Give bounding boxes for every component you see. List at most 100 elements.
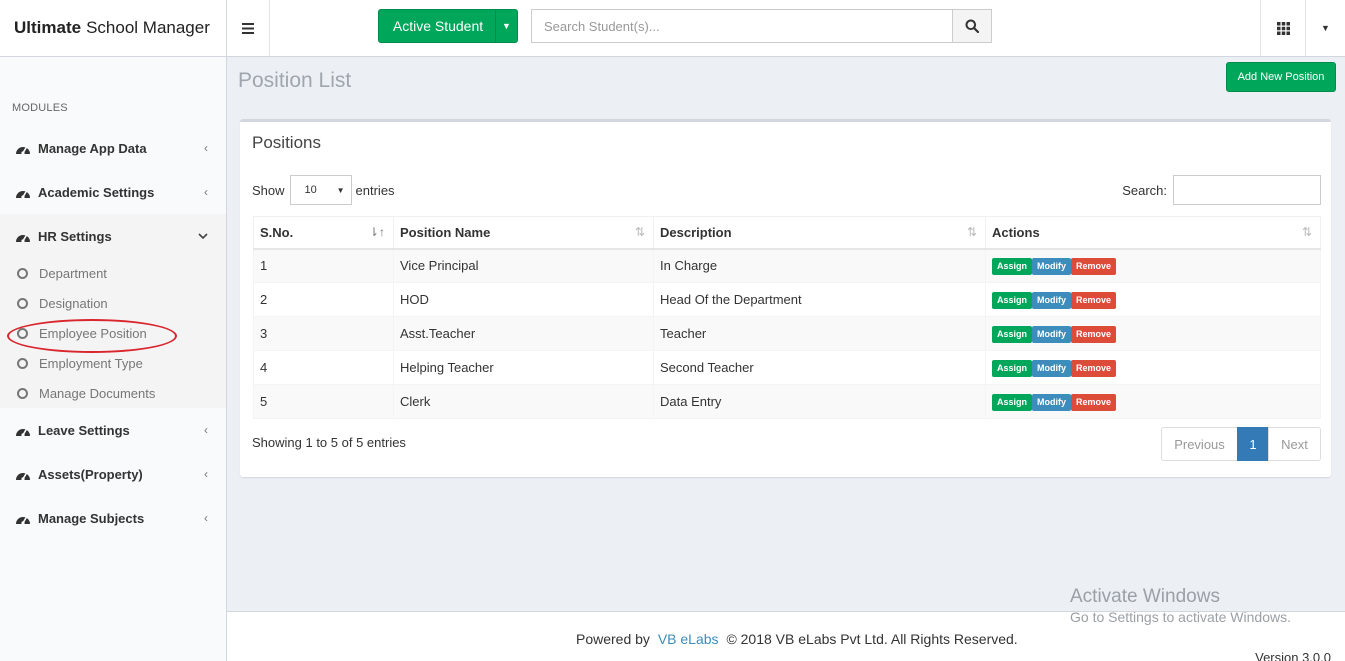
add-new-position-button[interactable]: Add New Position xyxy=(1226,62,1336,92)
remove-button[interactable]: Remove xyxy=(1071,257,1117,275)
sidebar: MODULES Manage App Data ‹ Academic Setti… xyxy=(0,57,227,661)
sidebar-item-label: Manage App Data xyxy=(38,140,147,156)
column-header-actions[interactable]: Actions ⇅ xyxy=(985,216,1321,250)
modify-button[interactable]: Modify xyxy=(1032,257,1072,275)
remove-button[interactable]: Remove xyxy=(1071,359,1117,377)
column-label: S.No. xyxy=(260,224,294,240)
dashboard-icon xyxy=(15,228,31,244)
sidebar-subitem-department[interactable]: Department xyxy=(0,258,226,288)
hr-settings-submenu: Department Designation Employee Position… xyxy=(0,258,226,408)
sidebar-subitem-label: Employee Position xyxy=(39,325,147,341)
modify-button[interactable]: Modify xyxy=(1032,325,1072,343)
user-menu-button[interactable]: ▼ xyxy=(1305,0,1345,56)
student-search xyxy=(531,9,992,43)
remove-button[interactable]: Remove xyxy=(1071,393,1117,411)
sidebar-item-academic-settings[interactable]: Academic Settings ‹ xyxy=(0,170,226,214)
assign-button[interactable]: Assign xyxy=(992,359,1033,377)
pagination-next[interactable]: Next xyxy=(1268,427,1321,461)
dashboard-icon xyxy=(15,466,31,482)
cell-actions: Assign Modify Remove xyxy=(985,248,1321,283)
assign-button[interactable]: Assign xyxy=(992,393,1033,411)
sidebar-item-manage-app-data[interactable]: Manage App Data ‹ xyxy=(0,126,226,170)
sidebar-toggle-button[interactable] xyxy=(227,0,270,56)
table-row: 1 Vice Principal In Charge Assign Modify R… xyxy=(253,248,1321,283)
sidebar-item-label: Manage Subjects xyxy=(38,510,145,526)
search-button[interactable] xyxy=(952,9,992,43)
column-header-position-name[interactable]: Position Name ⇅ xyxy=(393,216,654,250)
powered-by-label: Powered by xyxy=(576,631,650,647)
show-label: Show xyxy=(252,182,285,198)
sidebar-item-assets-property[interactable]: Assets(Property) ‹ xyxy=(0,452,226,496)
sidebar-subitem-employment-type[interactable]: Employment Type xyxy=(0,348,226,378)
app-title-bold: Ultimate xyxy=(14,18,82,37)
sidebar-item-leave-settings[interactable]: Leave Settings ‹ xyxy=(0,408,226,452)
cell-sno: 3 xyxy=(253,316,394,351)
circle-icon xyxy=(17,327,28,339)
modify-button[interactable]: Modify xyxy=(1032,359,1072,377)
cell-position-name: HOD xyxy=(393,282,654,317)
vb-elabs-link[interactable]: VB eLabs xyxy=(658,631,719,647)
sidebar-subitem-label: Department xyxy=(39,265,107,281)
footer: Powered by VB eLabs © 2018 VB eLabs Pvt … xyxy=(227,611,1345,661)
caret-down-icon[interactable]: ▼ xyxy=(495,10,517,42)
cell-position-name: Vice Principal xyxy=(393,248,654,283)
modify-button[interactable]: Modify xyxy=(1032,291,1072,309)
table-row: 2 HOD Head Of the Department Assign Modif… xyxy=(253,282,1321,317)
assign-button[interactable]: Assign xyxy=(992,325,1033,343)
page-length-control: Show 10 ▼ entries xyxy=(252,175,395,205)
circle-icon xyxy=(17,387,28,399)
table-header-row: S.No. ⇂↑ Position Name ⇅ Description ⇅ Acti… xyxy=(253,216,1321,250)
sort-icon: ⇅ xyxy=(966,225,977,239)
pagination-page-1[interactable]: 1 xyxy=(1237,427,1269,461)
cell-sno: 2 xyxy=(253,282,394,317)
sidebar-item-label: Academic Settings xyxy=(38,184,155,200)
dashboard-icon xyxy=(15,140,31,156)
modify-button[interactable]: Modify xyxy=(1032,393,1072,411)
cell-position-name: Helping Teacher xyxy=(393,350,654,385)
cell-description: Head Of the Department xyxy=(653,282,986,317)
sidebar-subitem-label: Employment Type xyxy=(39,355,143,371)
sidebar-subitem-manage-documents[interactable]: Manage Documents xyxy=(0,378,226,408)
active-student-dropdown[interactable]: Active Student ▼ xyxy=(378,9,518,43)
assign-button[interactable]: Assign xyxy=(992,291,1033,309)
pagination: Previous 1 Next xyxy=(1161,427,1321,461)
assign-button[interactable]: Assign xyxy=(992,257,1033,275)
hamburger-icon xyxy=(242,22,254,34)
caret-down-icon: ▼ xyxy=(1321,23,1330,33)
table-search-input[interactable] xyxy=(1173,175,1321,205)
sidebar-item-hr-settings[interactable]: HR Settings xyxy=(0,214,226,258)
column-header-description[interactable]: Description ⇅ xyxy=(653,216,986,250)
table-row: 5 Clerk Data Entry Assign Modify Remove xyxy=(253,384,1321,419)
sidebar-item-manage-subjects[interactable]: Manage Subjects ‹ xyxy=(0,496,226,540)
table-row: 3 Asst.Teacher Teacher Assign Modify Remov… xyxy=(253,316,1321,351)
pagination-previous[interactable]: Previous xyxy=(1161,427,1238,461)
column-header-sno[interactable]: S.No. ⇂↑ xyxy=(253,216,394,250)
box-title: Positions xyxy=(252,133,321,152)
cell-actions: Assign Modify Remove xyxy=(985,316,1321,351)
chevron-left-icon: ‹ xyxy=(204,185,208,199)
sort-icon: ⇅ xyxy=(634,225,645,239)
chevron-down-icon xyxy=(198,229,208,243)
cell-description: In Charge xyxy=(653,248,986,283)
circle-icon xyxy=(17,267,28,279)
apps-grid-button[interactable] xyxy=(1260,0,1305,56)
sidebar-item-label: Leave Settings xyxy=(38,422,130,438)
version-text: Version 3.0.0 xyxy=(1255,650,1331,661)
remove-button[interactable]: Remove xyxy=(1071,291,1117,309)
table-info: Showing 1 to 5 of 5 entries xyxy=(252,435,406,450)
chevron-left-icon: ‹ xyxy=(204,141,208,155)
page-title: Position List xyxy=(238,69,352,92)
dashboard-icon xyxy=(15,422,31,438)
app-logo[interactable]: Ultimate School Manager xyxy=(0,0,227,57)
chevron-left-icon: ‹ xyxy=(204,467,208,481)
sidebar-subitem-designation[interactable]: Designation xyxy=(0,288,226,318)
remove-button[interactable]: Remove xyxy=(1071,325,1117,343)
cell-description: Second Teacher xyxy=(653,350,986,385)
sidebar-subitem-employee-position[interactable]: Employee Position xyxy=(0,318,226,348)
sidebar-subitem-label: Manage Documents xyxy=(39,385,156,401)
search-label: Search: xyxy=(1122,182,1167,198)
page-length-select[interactable]: 10 ▼ xyxy=(289,175,352,205)
cell-sno: 5 xyxy=(253,384,394,419)
top-navbar: Active Student ▼ ▼ xyxy=(227,0,1345,57)
student-search-input[interactable] xyxy=(531,9,952,43)
